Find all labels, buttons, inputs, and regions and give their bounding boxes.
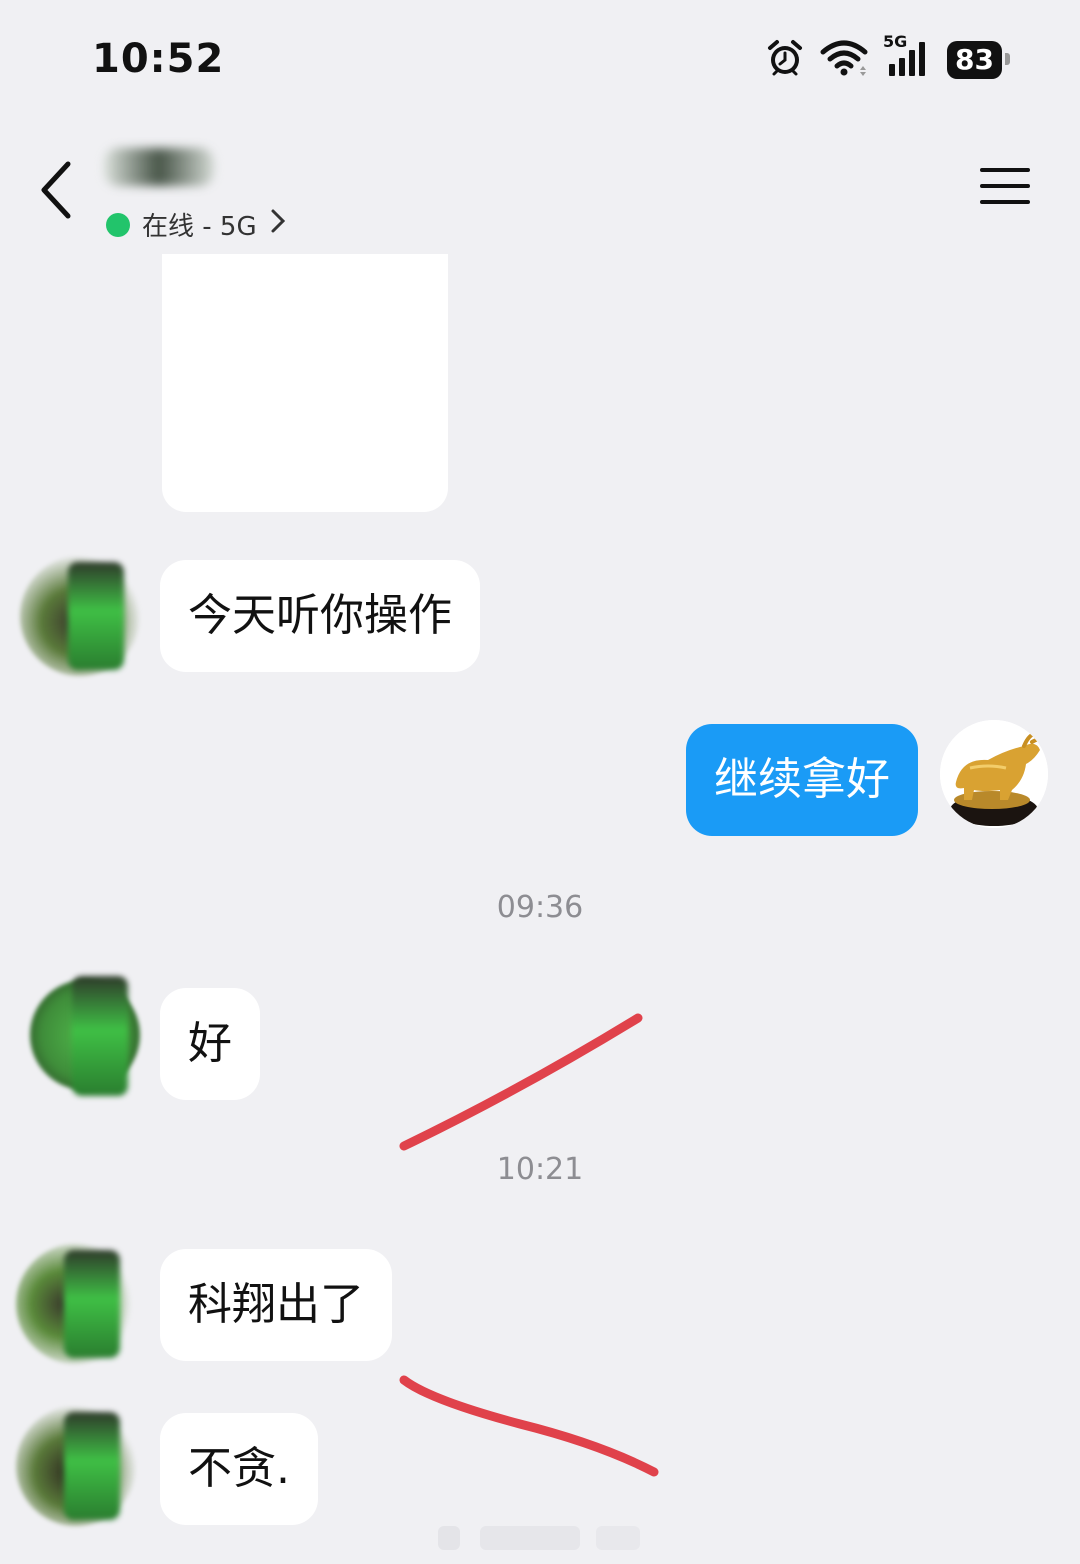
chevron-right-icon	[269, 208, 287, 241]
status-time: 10:52	[92, 36, 225, 82]
contact-avatar[interactable]	[20, 556, 140, 676]
contact-avatar[interactable]	[16, 1244, 136, 1364]
presence-text: 在线 - 5G	[142, 212, 257, 242]
menu-button[interactable]	[980, 166, 1030, 206]
chat-header: 在线 - 5G	[0, 130, 1080, 254]
battery-icon: 83	[947, 41, 1010, 79]
my-avatar[interactable]	[940, 720, 1048, 828]
status-bar: 10:52 5G 83	[0, 0, 1080, 120]
golden-bull-avatar-icon	[940, 720, 1048, 828]
message-bubble[interactable]: 好	[160, 988, 260, 1100]
my-message-bubble[interactable]: 继续拿好	[686, 724, 918, 836]
message-timestamp: 10:21	[496, 1152, 584, 1187]
message-bubble[interactable]: 不贪.	[160, 1413, 318, 1525]
back-button[interactable]	[30, 158, 86, 222]
cellular-signal-icon: 5G	[883, 32, 933, 82]
wifi-icon	[819, 38, 869, 82]
contact-avatar[interactable]	[16, 1406, 136, 1526]
message-bubble[interactable]: 科翔出了	[160, 1249, 392, 1361]
message-bubble[interactable]: 今天听你操作	[160, 560, 480, 672]
alarm-icon	[765, 38, 805, 82]
image-message[interactable]	[162, 254, 448, 512]
status-icons: 5G 83	[765, 32, 1010, 82]
online-dot-icon	[106, 212, 130, 237]
menu-icon	[980, 168, 1030, 204]
presence-status[interactable]: 在线 - 5G	[106, 206, 287, 243]
message-timestamp: 09:36	[496, 890, 584, 925]
contact-avatar[interactable]	[30, 976, 140, 1096]
home-indicator	[438, 1526, 640, 1550]
network-type: 5G	[883, 32, 908, 51]
contact-name-redacted[interactable]	[104, 148, 214, 186]
back-arrow-icon	[41, 161, 71, 219]
